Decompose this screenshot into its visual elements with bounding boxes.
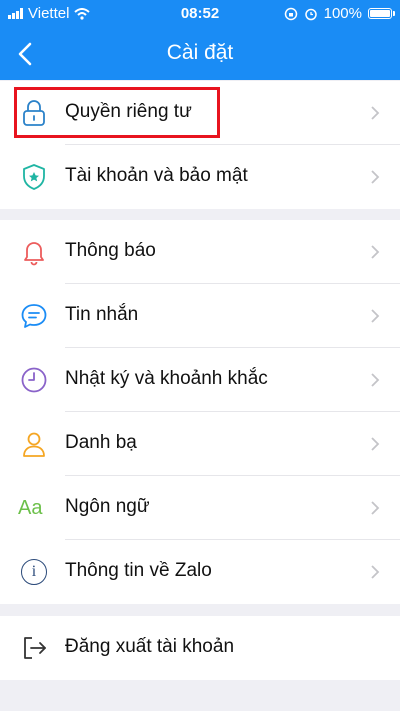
- contacts-icon: [20, 430, 48, 458]
- settings-item-label: Tin nhắn: [65, 304, 139, 325]
- settings-group-logout: Đăng xuất tài khoản: [0, 616, 400, 680]
- chevron-right-icon: [371, 106, 380, 120]
- settings-item-account-security[interactable]: Tài khoản và bảo mật: [0, 145, 400, 209]
- settings-item-messages[interactable]: Tin nhắn: [0, 284, 400, 348]
- settings-item-label: Nhật ký và khoảnh khắc: [65, 368, 268, 389]
- chevron-right-icon: [371, 245, 380, 259]
- settings-item-language[interactable]: Aa Ngôn ngữ: [0, 476, 400, 540]
- status-bar: Viettel 08:52 100%: [0, 0, 400, 28]
- info-icon-text: i: [31, 563, 37, 580]
- chevron-right-icon: [371, 501, 380, 515]
- settings-item-diary[interactable]: Nhật ký và khoảnh khắc: [0, 348, 400, 412]
- settings-item-about-zalo[interactable]: i Thông tin về Zalo: [0, 540, 400, 604]
- chevron-right-icon: [371, 565, 380, 579]
- logout-icon: [20, 634, 48, 662]
- page-title: Cài đặt: [166, 41, 234, 64]
- message-icon: [20, 302, 48, 330]
- settings-item-logout[interactable]: Đăng xuất tài khoản: [0, 616, 400, 680]
- settings-item-notifications[interactable]: Thông báo: [0, 220, 400, 284]
- alarm-icon: [304, 8, 317, 20]
- settings-item-label: Đăng xuất tài khoản: [65, 636, 235, 657]
- bell-icon: [20, 238, 48, 266]
- chevron-right-icon: [371, 170, 380, 184]
- rotation-lock-icon: [284, 7, 297, 20]
- settings-item-privacy[interactable]: Quyền riêng tư: [0, 81, 400, 145]
- settings-item-contacts[interactable]: Danh bạ: [0, 412, 400, 476]
- settings-group-privacy: Quyền riêng tư Tài khoản và bảo mật: [0, 81, 400, 209]
- settings-item-label: Tài khoản và bảo mật: [65, 165, 248, 186]
- settings-item-label: Quyền riêng tư: [65, 101, 192, 122]
- battery-fill: [370, 10, 390, 17]
- chevron-right-icon: [371, 309, 380, 323]
- settings-item-label: Thông báo: [65, 240, 156, 261]
- chevron-right-icon: [371, 373, 380, 387]
- settings-item-label: Danh bạ: [65, 432, 137, 453]
- language-icon-text: Aa: [18, 496, 43, 519]
- info-icon: i: [21, 559, 47, 585]
- battery-percent: 100%: [323, 5, 362, 22]
- chevron-right-icon: [371, 437, 380, 451]
- lock-icon: [20, 99, 48, 127]
- settings-group-general: Thông báo Tin nhắn Nhật ký và khoảnh khắ…: [0, 220, 400, 604]
- settings-item-label: Thông tin về Zalo: [65, 560, 212, 581]
- battery-icon: [368, 8, 395, 19]
- shield-icon: [20, 163, 48, 191]
- clock-icon: [20, 366, 48, 394]
- language-icon: Aa: [18, 494, 52, 522]
- settings-item-label: Ngôn ngữ: [65, 496, 150, 517]
- navigation-bar: Cài đặt: [0, 28, 400, 80]
